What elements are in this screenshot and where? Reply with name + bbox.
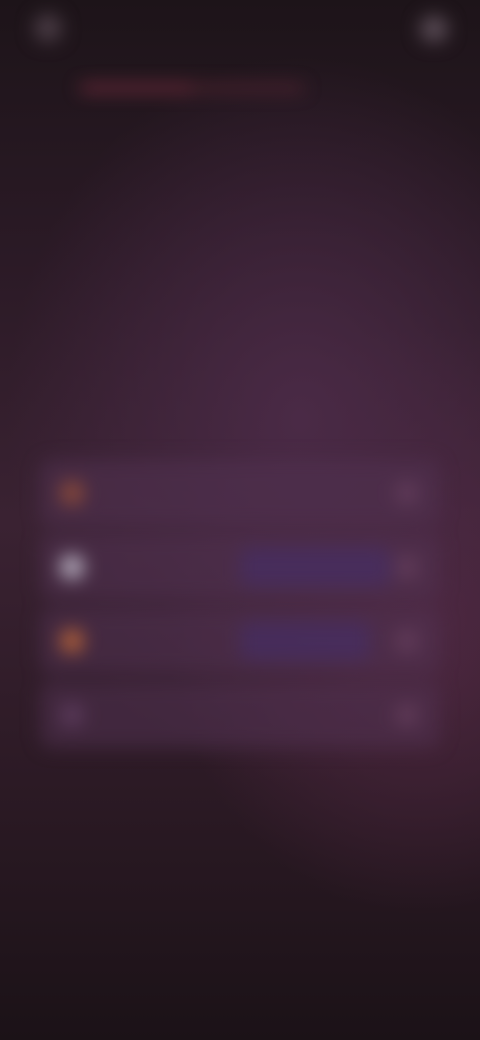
option-highlight bbox=[240, 548, 390, 586]
progress-bar bbox=[80, 86, 304, 90]
top-bar bbox=[0, 0, 480, 60]
onboarding-screen bbox=[0, 0, 480, 1040]
checkbox-icon bbox=[396, 704, 418, 726]
headline bbox=[60, 262, 420, 388]
orange-circle-icon bbox=[60, 481, 84, 505]
blurred-content bbox=[0, 0, 480, 1040]
checkbox-icon bbox=[396, 482, 418, 504]
white-circle-icon bbox=[60, 555, 84, 579]
logo-icon bbox=[34, 14, 62, 42]
headline-line bbox=[60, 262, 420, 304]
login-button[interactable] bbox=[420, 16, 448, 42]
headline-line bbox=[60, 304, 420, 346]
purple-circle-icon bbox=[60, 703, 84, 727]
option-item[interactable] bbox=[40, 682, 440, 748]
option-item[interactable] bbox=[40, 460, 440, 526]
option-item[interactable] bbox=[40, 608, 440, 674]
option-list bbox=[40, 460, 440, 756]
option-highlight bbox=[240, 622, 370, 660]
checkbox-icon bbox=[396, 630, 418, 652]
option-item[interactable] bbox=[40, 534, 440, 600]
orange-circle-icon bbox=[60, 629, 84, 653]
progress-fill bbox=[80, 86, 192, 90]
headline-line bbox=[60, 346, 420, 388]
checkbox-icon bbox=[396, 556, 418, 578]
